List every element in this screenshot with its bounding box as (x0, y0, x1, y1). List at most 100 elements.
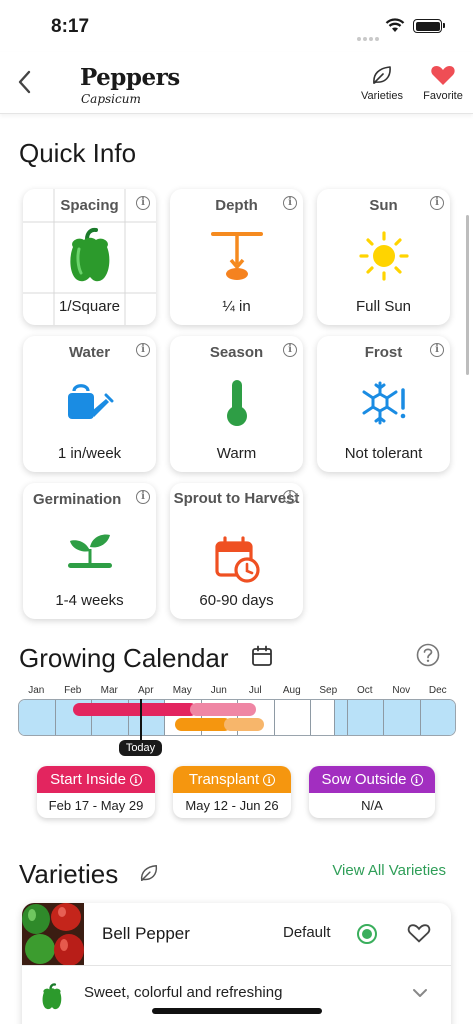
variety-name: Bell Pepper (102, 924, 190, 943)
start-inside-legend[interactable]: Start Inside i Feb 17 - May 29 (37, 766, 155, 818)
quick-info-heading: Quick Info (19, 138, 137, 168)
month-cell-oct (347, 700, 384, 735)
info-icon: i (263, 774, 276, 786)
favorite-button-label: Favorite (423, 90, 463, 102)
spacing-card[interactable]: Spacing i 1/Square (23, 189, 156, 325)
sprout-to-harvest-card[interactable]: Sprout to Harvest i 60-90 days (170, 483, 303, 619)
sun-icon (358, 231, 409, 281)
germination-value: 1-4 weeks (55, 592, 124, 609)
snowflake-alert-icon (362, 381, 405, 425)
varieties-button[interactable]: Varieties (352, 64, 412, 102)
sprout-icon (67, 534, 112, 568)
info-icon[interactable]: i (136, 343, 150, 357)
month-cell-nov (384, 700, 421, 735)
info-icon[interactable]: i (136, 490, 150, 504)
sun-value: Full Sun (355, 298, 412, 315)
info-icon[interactable]: i (430, 196, 444, 210)
info-icon: i (410, 774, 423, 786)
default-radio[interactable] (357, 924, 377, 944)
info-icon[interactable]: i (283, 490, 297, 504)
month-cell-sep-frost (335, 700, 348, 735)
month-label: Jul (248, 685, 262, 696)
variety-card[interactable]: Bell Pepper Default Sweet, colorful and … (22, 903, 451, 1024)
month-cell-dec (420, 700, 455, 735)
bell-pepper-photo (22, 903, 84, 965)
info-icon[interactable]: i (430, 343, 444, 357)
help-icon[interactable] (416, 643, 440, 667)
water-value: 1 in/week (57, 445, 122, 462)
depth-card[interactable]: Depth i ¼ in (170, 189, 303, 325)
transplant-extended-bar (224, 718, 264, 731)
transplant-bar (175, 718, 231, 731)
status-bar: 8:17 (0, 0, 473, 52)
transplant-title: Transplant (188, 771, 260, 788)
chevron-down-icon[interactable] (412, 988, 428, 998)
spacing-value: 1/Square (59, 298, 120, 315)
transplant-legend[interactable]: Transplant i May 12 - Jun 26 (173, 766, 291, 818)
sow-outside-legend[interactable]: Sow Outside i N/A (309, 766, 435, 818)
sprout-to-harvest-value: 60-90 days (199, 592, 274, 609)
month-label: Oct (356, 685, 373, 696)
month-label: May (172, 685, 192, 696)
nav-bar: Peppers Capsicum Varieties Favorite (0, 52, 473, 114)
month-label: Jun (210, 685, 227, 696)
month-label: Mar (100, 685, 118, 696)
month-label: Sep (319, 685, 338, 696)
today-label: Today (119, 740, 162, 756)
info-icon[interactable]: i (283, 343, 297, 357)
start-inside-dates: Feb 17 - May 29 (48, 798, 144, 813)
signal-dots-icon (357, 28, 381, 41)
month-labels: Jan Feb Mar Apr May Jun Jul Aug Sep Oct … (18, 685, 456, 696)
thermometer-icon (226, 380, 247, 426)
calendar-clock-icon (214, 536, 260, 583)
home-indicator (152, 1008, 322, 1014)
page-subtitle: Capsicum (81, 92, 141, 106)
info-icon[interactable]: i (136, 196, 150, 210)
leaf-icon (373, 66, 391, 84)
back-chevron-icon[interactable] (14, 68, 36, 96)
variety-default-label: Default (283, 924, 331, 941)
calendar-icon[interactable] (251, 645, 273, 667)
month-label: Dec (428, 685, 447, 696)
start-inside-extended-bar (190, 703, 256, 716)
status-time: 8:17 (51, 16, 90, 37)
view-all-varieties-link[interactable]: View All Varieties (332, 862, 446, 879)
sun-card[interactable]: Sun i Full Sun (317, 189, 450, 325)
germination-card[interactable]: Germination i 1-4 weeks (23, 483, 156, 619)
month-cell-jan (19, 700, 56, 735)
favorite-button[interactable]: Favorite (413, 64, 473, 102)
start-inside-bar (73, 703, 197, 716)
water-card[interactable]: Water i 1 in/week (23, 336, 156, 472)
season-card[interactable]: Season i Warm (170, 336, 303, 472)
varieties-button-label: Varieties (361, 90, 403, 102)
today-marker (140, 699, 142, 741)
month-label: Apr (137, 685, 154, 696)
watering-can-icon (67, 384, 113, 419)
sow-outside-title: Sow Outside (321, 771, 407, 788)
page-title: Peppers (80, 64, 180, 91)
frost-card[interactable]: Frost i Not tolerant (317, 336, 450, 472)
month-label: Aug (282, 685, 301, 696)
battery-icon (413, 19, 445, 33)
seed-depth-icon (210, 232, 263, 280)
month-label: Jan (28, 685, 45, 696)
info-icon: i (129, 774, 142, 786)
variety-description: Sweet, colorful and refreshing (84, 984, 283, 1001)
wifi-icon (385, 18, 405, 32)
divider (22, 965, 451, 966)
scroll-indicator (466, 215, 469, 375)
month-cell-aug (274, 700, 311, 735)
transplant-dates: May 12 - Jun 26 (185, 798, 279, 813)
start-inside-title: Start Inside (50, 771, 126, 788)
pepper-icon (69, 227, 109, 282)
depth-value: ¼ in (222, 298, 251, 315)
info-icon[interactable]: i (283, 196, 297, 210)
month-cell-sep (311, 700, 335, 735)
growing-calendar-heading: Growing Calendar (19, 643, 229, 673)
sow-outside-dates: N/A (361, 798, 383, 813)
leaf-icon (140, 865, 158, 881)
season-value: Warm (216, 445, 257, 462)
frost-value: Not tolerant (344, 445, 423, 462)
month-label: Nov (392, 685, 411, 696)
heart-outline-icon[interactable] (407, 922, 431, 944)
